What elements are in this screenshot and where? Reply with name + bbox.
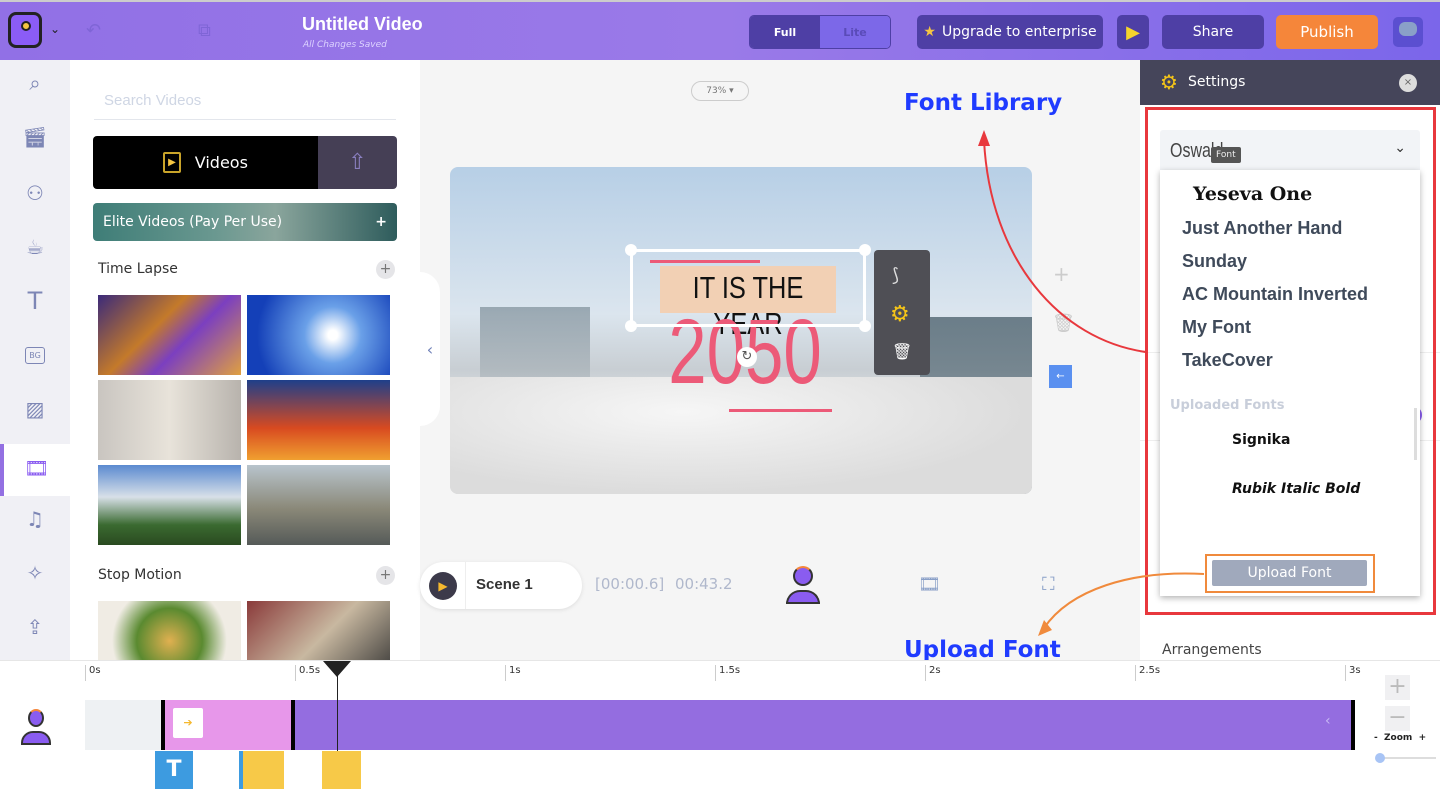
timeline-tick: 0.5s bbox=[295, 665, 320, 681]
zoom-slider-handle[interactable] bbox=[1375, 753, 1385, 763]
timeline-tick: 0s bbox=[85, 665, 101, 681]
playhead[interactable] bbox=[323, 661, 351, 751]
font-library-arrow bbox=[983, 139, 1147, 353]
timeline: 0s 0.5s 1s 1.5s 2s 2.5s 3s ➔ ‹ T + − - Zoom + bbox=[0, 660, 1440, 790]
zoom-slider[interactable] bbox=[1375, 753, 1436, 763]
collapse-bar-icon[interactable]: ‹ bbox=[1325, 713, 1331, 729]
upload-font-arrowhead bbox=[1038, 620, 1052, 636]
timeline-tick: 1.5s bbox=[715, 665, 740, 681]
timeline-tick: 3s bbox=[1345, 665, 1361, 681]
font-library-arrowhead bbox=[978, 130, 990, 146]
zoom-in-button[interactable]: + bbox=[1385, 675, 1410, 700]
entry-animation-block[interactable]: ➔ bbox=[165, 700, 295, 750]
entry-arrow-icon: ➔ bbox=[173, 708, 203, 738]
timeline-bar[interactable] bbox=[161, 700, 1355, 750]
text-marker[interactable]: T bbox=[155, 751, 193, 789]
upload-font-arrow bbox=[1043, 572, 1205, 629]
zoom-out-button[interactable]: − bbox=[1385, 706, 1410, 731]
timeline-character-icon bbox=[21, 709, 51, 747]
timeline-tick: 2.5s bbox=[1135, 665, 1160, 681]
timeline-tick: 2s bbox=[925, 665, 941, 681]
timeline-tick: 1s bbox=[505, 665, 521, 681]
zoom-label: - Zoom + bbox=[1374, 733, 1427, 743]
marker[interactable] bbox=[322, 751, 361, 789]
marker[interactable] bbox=[239, 751, 284, 789]
